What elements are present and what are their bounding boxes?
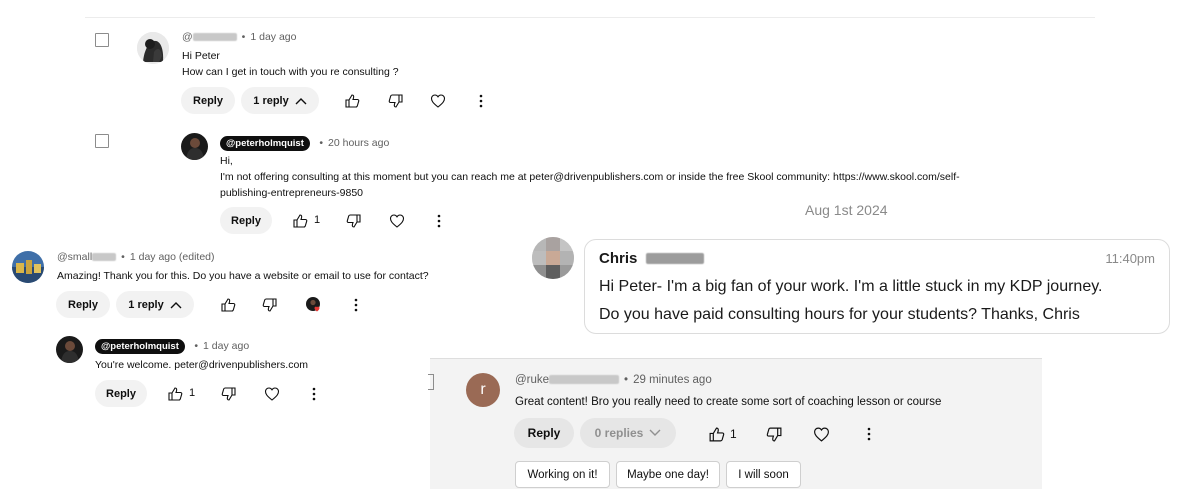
comment-time: 1 day ago (edited) <box>129 251 215 263</box>
comment-text: How can I get in touch with you re consu… <box>182 66 399 78</box>
suggested-reply-chip[interactable]: I will soon <box>726 461 801 488</box>
select-checkbox-partial[interactable] <box>428 374 434 390</box>
creator-handle-badge[interactable]: @peterholmquist <box>220 136 310 151</box>
redacted-surname <box>645 253 704 265</box>
comment-time: 1 day ago <box>250 31 297 43</box>
replies-toggle-button[interactable]: 0 replies <box>580 418 676 448</box>
reply-meta: @peterholmquist • 1 day ago <box>95 336 249 354</box>
avatar: r <box>466 373 500 407</box>
reply-time: 20 hours ago <box>328 137 390 149</box>
chat-time: 11:40pm <box>1105 251 1155 266</box>
like-count: 1 <box>189 387 196 399</box>
dislike-icon[interactable] <box>764 424 784 444</box>
replies-count-label: 1 reply <box>128 298 164 311</box>
reply-button[interactable]: Reply <box>56 291 110 318</box>
dislike-icon[interactable] <box>219 384 239 404</box>
like-count: 1 <box>314 214 321 226</box>
heart-icon[interactable] <box>811 424 831 444</box>
reply-text-line: I'm not offering consulting at this mome… <box>220 171 960 183</box>
avatar-letter: r <box>480 381 486 398</box>
top-divider <box>85 17 1095 18</box>
reply-button[interactable]: Reply <box>181 87 235 114</box>
more-options-icon[interactable] <box>859 424 879 444</box>
replies-count-label: 1 reply <box>253 94 289 107</box>
suggested-reply-chip[interactable]: Working on it! <box>515 461 610 488</box>
comment-handle[interactable]: @ <box>182 31 193 43</box>
creator-heart-badge <box>305 296 323 314</box>
reply-text-line: Hi, <box>220 155 233 167</box>
heart-icon[interactable] <box>387 211 407 231</box>
reply-button[interactable]: Reply <box>514 418 574 448</box>
heart-icon[interactable] <box>262 384 282 404</box>
dislike-icon[interactable] <box>386 91 406 111</box>
like-icon[interactable] <box>290 211 310 231</box>
dislike-icon[interactable] <box>260 295 280 315</box>
reply-text-line: publishing-entrepreneurs-9850 <box>220 187 364 199</box>
comment-handle[interactable]: @ruke <box>515 374 549 386</box>
chat-message-line: Do you have paid consulting hours for yo… <box>599 306 1080 323</box>
comment-meta: @ • 1 day ago <box>182 31 297 43</box>
like-icon[interactable] <box>165 384 185 404</box>
chevron-up-icon <box>295 97 307 105</box>
more-options-icon[interactable] <box>304 384 324 404</box>
replies-toggle-button[interactable]: 1 reply <box>241 87 319 114</box>
comment-greeting: Hi Peter <box>182 50 220 62</box>
dislike-icon[interactable] <box>344 211 364 231</box>
like-count: 1 <box>730 427 737 441</box>
reply-time: 1 day ago <box>203 340 250 352</box>
chevron-down-icon <box>649 429 661 437</box>
comment-time: 29 minutes ago <box>633 374 712 386</box>
select-checkbox[interactable] <box>95 33 109 47</box>
comment-handle[interactable]: @small <box>57 251 92 263</box>
reply-meta: @peterholmquist • 20 hours ago <box>220 133 389 151</box>
more-options-icon[interactable] <box>471 91 491 111</box>
heart-icon[interactable] <box>428 91 448 111</box>
redacted-handle <box>92 253 117 262</box>
like-icon[interactable] <box>706 424 726 444</box>
chat-sender-name: Chris <box>599 250 638 267</box>
chat-message-line: Hi Peter- I'm a big fan of your work. I'… <box>599 278 1103 295</box>
redacted-handle <box>549 375 620 385</box>
select-checkbox[interactable] <box>95 134 109 148</box>
avatar <box>181 133 208 160</box>
chat-message-card: Chris 11:40pm Hi Peter- I'm a big fan of… <box>584 239 1170 334</box>
comment-text: Great content! Bro you really need to cr… <box>515 396 942 408</box>
comment-meta: @small • 1 day ago (edited) <box>57 251 215 263</box>
reply-button[interactable]: Reply <box>220 207 272 234</box>
comment-text: Amazing! Thank you for this. Do you have… <box>57 270 429 282</box>
reply-text: You're welcome. peter@drivenpublishers.c… <box>95 359 309 371</box>
creator-handle-badge[interactable]: @peterholmquist <box>95 339 185 354</box>
like-icon[interactable] <box>218 295 238 315</box>
redacted-handle <box>192 33 237 42</box>
chat-sender: Chris <box>599 250 704 268</box>
suggested-reply-chip[interactable]: Maybe one day! <box>616 461 720 488</box>
replies-toggle-button[interactable]: 1 reply <box>116 291 194 318</box>
avatar <box>12 251 44 283</box>
more-options-icon[interactable] <box>346 295 366 315</box>
like-icon[interactable] <box>342 91 362 111</box>
avatar <box>56 336 83 363</box>
chat-date: Aug 1st 2024 <box>805 202 888 218</box>
avatar <box>137 32 169 64</box>
reply-button[interactable]: Reply <box>95 380 147 407</box>
more-options-icon[interactable] <box>429 211 449 231</box>
replies-count-label: 0 replies <box>594 426 644 440</box>
chat-avatar <box>532 237 574 279</box>
chevron-up-icon <box>170 301 182 309</box>
comment-meta: @ruke • 29 minutes ago <box>515 374 712 386</box>
